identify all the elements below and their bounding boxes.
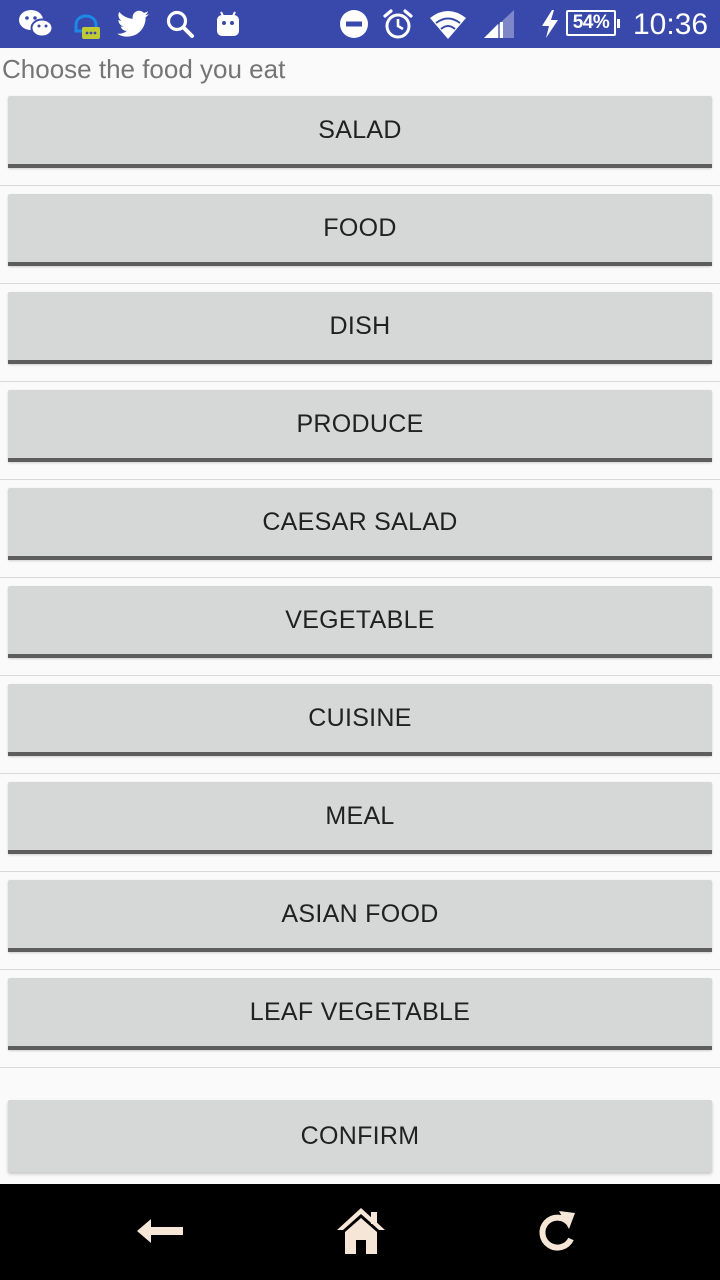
button-label: CAESAR SALAD	[262, 507, 458, 536]
button-label: LEAF VEGETABLE	[249, 997, 471, 1026]
button-label: FOOD	[323, 213, 397, 242]
battery-percent: 54%	[572, 12, 610, 33]
refresh-button[interactable]	[527, 1208, 587, 1258]
page-prompt: Choose the food you eat	[2, 54, 286, 84]
list-item: LEAF VEGETABLE	[0, 970, 720, 1068]
do-not-disturb-icon	[338, 8, 370, 40]
button-label: PRODUCE	[296, 409, 424, 438]
food-option-dish-button[interactable]: DISH	[8, 292, 712, 364]
list-item: SALAD	[0, 88, 720, 186]
list-item: MEAL	[0, 774, 720, 872]
button-label: DISH	[329, 311, 391, 340]
back-button[interactable]	[130, 1208, 190, 1258]
food-option-vegetable-button[interactable]: VEGETABLE	[8, 586, 712, 658]
status-clock: 10:36	[633, 8, 709, 41]
list-item: ASIAN FOOD	[0, 872, 720, 970]
android-icon	[214, 8, 242, 40]
confirm-button[interactable]: CONFIRM	[8, 1100, 712, 1172]
wechat-icon	[18, 8, 54, 40]
home-button[interactable]	[331, 1208, 391, 1258]
wifi-icon	[428, 8, 468, 40]
list-item: PRODUCE	[0, 382, 720, 480]
list-item: VEGETABLE	[0, 578, 720, 676]
button-label: ASIAN FOOD	[281, 899, 439, 928]
list-item: CAESAR SALAD	[0, 480, 720, 578]
food-option-salad-button[interactable]: SALAD	[8, 96, 712, 168]
navigation-bar	[0, 1184, 720, 1280]
list-item: FOOD	[0, 186, 720, 284]
twitter-icon	[116, 8, 150, 40]
food-option-caesar-salad-button[interactable]: CAESAR SALAD	[8, 488, 712, 560]
food-option-leaf-vegetable-button[interactable]: LEAF VEGETABLE	[8, 978, 712, 1050]
notification-bot-icon	[70, 8, 102, 40]
button-label: CUISINE	[308, 703, 412, 732]
status-bar: 54% 10:36	[0, 0, 720, 48]
button-label: VEGETABLE	[285, 605, 435, 634]
button-label: MEAL	[325, 801, 395, 830]
home-icon	[336, 1206, 386, 1260]
battery-indicator: 54%	[566, 10, 620, 36]
list-item: CUISINE	[0, 676, 720, 774]
food-option-meal-button[interactable]: MEAL	[8, 782, 712, 854]
refresh-icon	[535, 1207, 579, 1259]
food-option-list: SALAD FOOD DISH PRODUCE CAESAR SALAD VEG…	[0, 88, 720, 1068]
cell-signal-icon	[480, 8, 516, 40]
food-option-food-button[interactable]: FOOD	[8, 194, 712, 266]
food-option-asian-food-button[interactable]: ASIAN FOOD	[8, 880, 712, 952]
search-icon	[165, 8, 195, 40]
button-label: SALAD	[318, 115, 402, 144]
food-option-cuisine-button[interactable]: CUISINE	[8, 684, 712, 756]
list-item: DISH	[0, 284, 720, 382]
alarm-icon	[382, 8, 414, 40]
back-icon	[135, 1216, 185, 1250]
charging-icon	[540, 8, 560, 40]
food-option-produce-button[interactable]: PRODUCE	[8, 390, 712, 462]
